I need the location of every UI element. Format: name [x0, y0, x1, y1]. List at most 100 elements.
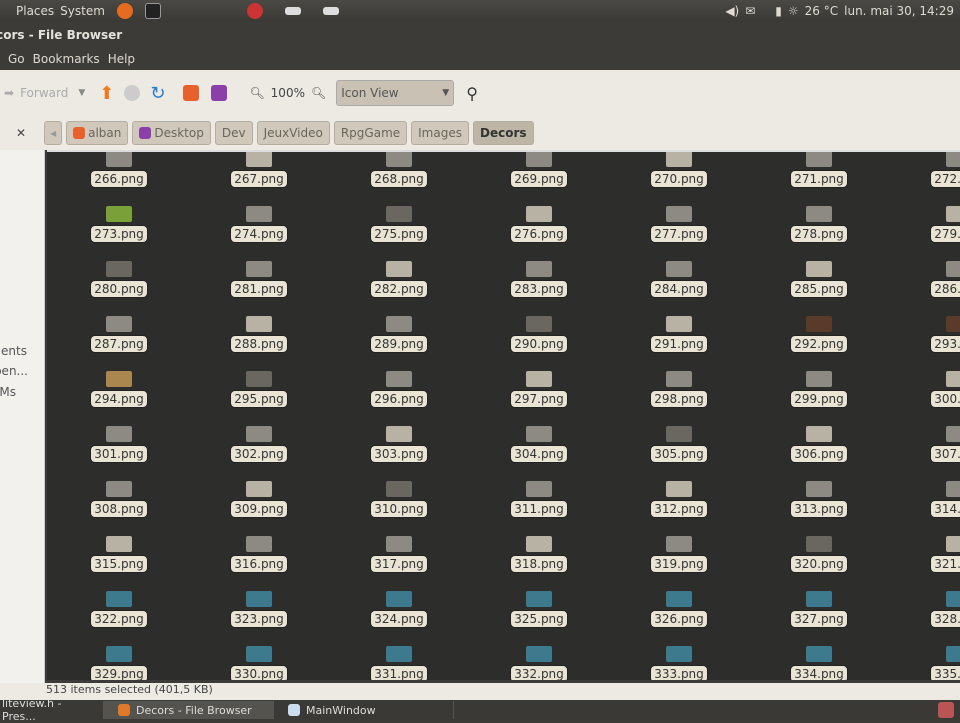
- file-item[interactable]: 274.png: [189, 194, 329, 249]
- file-item[interactable]: 275.png: [329, 194, 469, 249]
- crumb-decors[interactable]: Decors: [472, 121, 534, 145]
- file-item[interactable]: 328.png: [889, 579, 960, 634]
- close-icon[interactable]: ✕: [16, 126, 26, 140]
- up-icon[interactable]: ⬆: [99, 83, 114, 104]
- stop-icon[interactable]: [124, 85, 141, 101]
- menu-help[interactable]: Help: [108, 52, 135, 66]
- battery-icon[interactable]: ▮: [775, 4, 782, 18]
- file-item[interactable]: 301.png: [49, 414, 189, 469]
- file-item[interactable]: 291.png: [609, 304, 749, 359]
- file-item[interactable]: 316.png: [189, 524, 329, 579]
- forward-icon[interactable]: ➡: [4, 86, 14, 100]
- network-drive-icon[interactable]: [284, 7, 301, 15]
- file-item[interactable]: 285.png: [749, 249, 889, 304]
- file-item[interactable]: 287.png: [49, 304, 189, 359]
- file-item[interactable]: 332.png: [469, 634, 609, 680]
- file-item[interactable]: 303.png: [329, 414, 469, 469]
- file-item[interactable]: 315.png: [49, 524, 189, 579]
- file-item[interactable]: 312.png: [609, 469, 749, 524]
- chevron-down-icon[interactable]: ▼: [78, 88, 85, 98]
- menu-bookmarks[interactable]: Bookmarks: [33, 52, 100, 66]
- forward-button[interactable]: Forward: [20, 86, 68, 100]
- file-item[interactable]: 269.png: [469, 152, 609, 194]
- file-item[interactable]: 313.png: [749, 469, 889, 524]
- file-item[interactable]: 290.png: [469, 304, 609, 359]
- file-item[interactable]: 326.png: [609, 579, 749, 634]
- zoom-out-icon[interactable]: 🔍︎: [249, 86, 264, 100]
- file-item[interactable]: 278.png: [749, 194, 889, 249]
- zoom-in-icon[interactable]: 🔍︎: [311, 86, 326, 100]
- sidebar-item[interactable]: ents: [1, 344, 27, 358]
- file-item[interactable]: 271.png: [749, 152, 889, 194]
- network-drive-icon[interactable]: [322, 7, 339, 15]
- file-item[interactable]: 279.png: [889, 194, 960, 249]
- file-item[interactable]: 304.png: [469, 414, 609, 469]
- path-back-button[interactable]: ◂: [44, 121, 63, 145]
- file-item[interactable]: 294.png: [49, 359, 189, 414]
- file-item[interactable]: 306.png: [749, 414, 889, 469]
- crumb-jeuxvideo[interactable]: JeuxVideo: [256, 121, 330, 145]
- file-item[interactable]: 325.png: [469, 579, 609, 634]
- home-icon[interactable]: [183, 85, 200, 101]
- file-item[interactable]: 323.png: [189, 579, 329, 634]
- file-item[interactable]: 320.png: [749, 524, 889, 579]
- file-item[interactable]: 293.png: [889, 304, 960, 359]
- file-item[interactable]: 283.png: [469, 249, 609, 304]
- file-item[interactable]: 281.png: [189, 249, 329, 304]
- volume-icon[interactable]: ◀): [725, 4, 739, 18]
- crumb-alban[interactable]: alban: [66, 121, 129, 145]
- file-item[interactable]: 298.png: [609, 359, 749, 414]
- file-item[interactable]: 322.png: [49, 579, 189, 634]
- file-item[interactable]: 277.png: [609, 194, 749, 249]
- file-item[interactable]: 299.png: [749, 359, 889, 414]
- file-item[interactable]: 272.png: [889, 152, 960, 194]
- view-mode-select[interactable]: Icon View ▼: [336, 80, 455, 106]
- firefox-icon[interactable]: [116, 3, 133, 19]
- file-item[interactable]: 267.png: [189, 152, 329, 194]
- file-item[interactable]: 333.png: [609, 634, 749, 680]
- file-item[interactable]: 292.png: [749, 304, 889, 359]
- file-item[interactable]: 321.png: [889, 524, 960, 579]
- trash-icon[interactable]: [938, 702, 954, 718]
- file-item[interactable]: 286.png: [889, 249, 960, 304]
- file-item[interactable]: 289.png: [329, 304, 469, 359]
- file-item[interactable]: 276.png: [469, 194, 609, 249]
- file-item[interactable]: 295.png: [189, 359, 329, 414]
- file-item[interactable]: 307.png: [889, 414, 960, 469]
- file-item[interactable]: 319.png: [609, 524, 749, 579]
- file-item[interactable]: 324.png: [329, 579, 469, 634]
- clock[interactable]: lun. mai 30, 14:29: [844, 4, 954, 18]
- sidebar-item[interactable]: Ms: [0, 385, 16, 399]
- file-item[interactable]: 331.png: [329, 634, 469, 680]
- task-liteview[interactable]: liteview.h - Pres...: [0, 697, 104, 723]
- indicator-icon[interactable]: [246, 3, 263, 19]
- menu-places[interactable]: Places: [16, 4, 54, 18]
- task-file-browser[interactable]: Decors - File Browser: [104, 701, 274, 719]
- file-item[interactable]: 330.png: [189, 634, 329, 680]
- file-item[interactable]: 314.png: [889, 469, 960, 524]
- crumb-images[interactable]: Images: [411, 121, 469, 145]
- menu-system[interactable]: System: [60, 4, 105, 18]
- file-item[interactable]: 268.png: [329, 152, 469, 194]
- crumb-dev[interactable]: Dev: [214, 121, 253, 145]
- wifi-icon[interactable]: ☼: [788, 4, 799, 18]
- file-item[interactable]: 296.png: [329, 359, 469, 414]
- file-item[interactable]: 335.png: [889, 634, 960, 680]
- reload-icon[interactable]: ↻: [150, 83, 165, 104]
- file-item[interactable]: 273.png: [49, 194, 189, 249]
- file-item[interactable]: 284.png: [609, 249, 749, 304]
- file-item[interactable]: 310.png: [329, 469, 469, 524]
- file-item[interactable]: 270.png: [609, 152, 749, 194]
- terminal-icon[interactable]: [144, 3, 161, 19]
- file-item[interactable]: 334.png: [749, 634, 889, 680]
- computer-icon[interactable]: [211, 85, 228, 101]
- file-item[interactable]: 329.png: [49, 634, 189, 680]
- crumb-desktop[interactable]: Desktop: [132, 121, 211, 145]
- menu-go[interactable]: Go: [8, 52, 25, 66]
- file-item[interactable]: 309.png: [189, 469, 329, 524]
- task-mainwindow[interactable]: MainWindow: [274, 701, 454, 719]
- file-item[interactable]: 297.png: [469, 359, 609, 414]
- file-item[interactable]: 280.png: [49, 249, 189, 304]
- file-item[interactable]: 308.png: [49, 469, 189, 524]
- file-item[interactable]: 311.png: [469, 469, 609, 524]
